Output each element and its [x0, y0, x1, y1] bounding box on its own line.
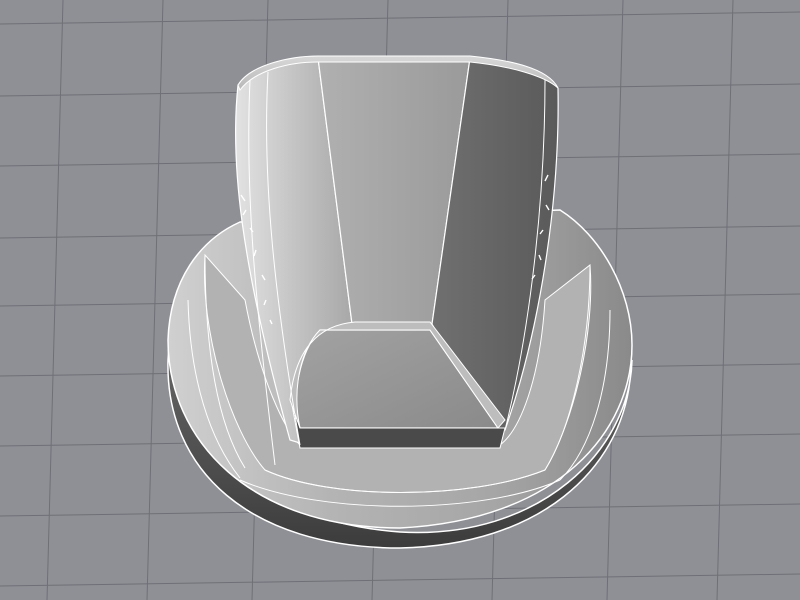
grid-line-h-0	[0, 11, 800, 25]
viewport-canvas[interactable]	[0, 0, 800, 600]
3d-viewport[interactable]	[0, 0, 800, 600]
grid-line-v-7	[716, 0, 734, 600]
grid-line-v-1	[46, 0, 64, 600]
grid-line-h-8	[0, 573, 800, 587]
shaded-model[interactable]	[167, 55, 633, 549]
grid-line-v-2	[146, 0, 164, 600]
